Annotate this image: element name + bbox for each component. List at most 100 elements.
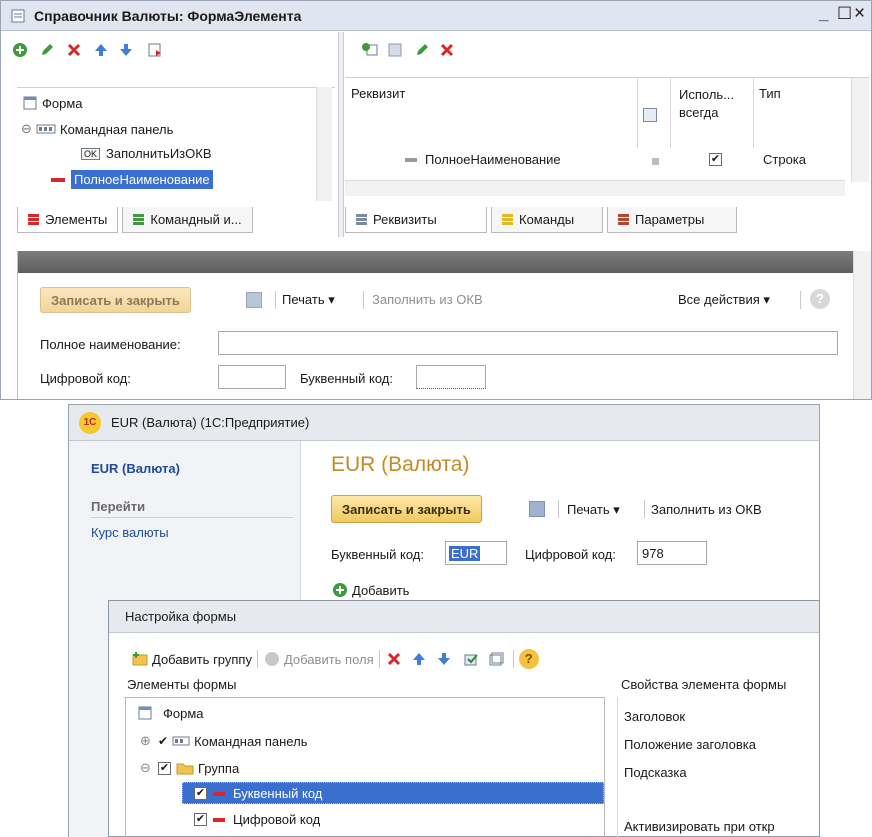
toolbar-separator [275,291,276,309]
digital-code-input[interactable] [218,365,286,389]
elements-label: Элементы формы [127,677,237,692]
move-down-icon[interactable] [435,650,453,668]
column-divider [637,78,638,148]
delete-icon[interactable] [385,650,403,668]
add-attribute-icon[interactable] [361,41,379,59]
enterprise-title: EUR (Валюта) (1С:Предприятие) [111,415,310,430]
property-activate-on-open: Активизировать при откр [624,819,775,834]
tree-item[interactable]: ⊖ Командная панель [21,120,173,138]
delete-icon[interactable] [438,41,456,59]
add-fields-icon[interactable] [263,650,281,668]
save-icon[interactable] [529,501,545,517]
collapse-icon[interactable]: ⊖ [21,121,35,137]
column-header-name[interactable]: Реквизит [351,86,405,101]
nav-title[interactable]: EUR (Валюта) [91,461,180,476]
digital-code-label: Цифровой код: [525,547,616,562]
add-group-button[interactable]: Добавить группу [152,652,252,667]
digital-code-checkbox[interactable]: ✔ [194,813,207,826]
add-button[interactable]: Добавить [352,583,409,598]
panel-splitter[interactable] [338,32,344,237]
tab-label: Элементы [45,212,108,227]
1c-logo: 1С [79,411,101,434]
preview-scrollbar[interactable] [853,251,871,399]
letter-code-checkbox[interactable]: ✔ [194,787,207,800]
table-icon[interactable] [386,41,404,59]
letter-code-input[interactable]: EUR [445,541,507,565]
tree-item[interactable]: OK ЗаполнитьИзОКВ [81,146,212,161]
tree-item-label: Командная панель [60,121,174,137]
form-preview-icon[interactable] [146,41,164,59]
left-tabs: Элементы Командный и... [17,207,257,233]
toolbar-separator [378,650,380,668]
full-name-input[interactable] [218,331,838,355]
tree-item-label: Буквенный код [233,786,323,801]
save-and-close-button[interactable]: Записать и закрыть [331,495,482,523]
fill-from-okv-button[interactable]: Заполнить из ОКВ [372,292,483,307]
edit-icon[interactable] [413,41,431,59]
add-icon[interactable] [11,41,29,59]
tab-label: Команды [519,212,575,227]
help-icon[interactable]: ? [518,649,539,669]
tree-item[interactable]: ✔ Цифровой код [194,812,320,827]
checkmark-icon[interactable]: ✔ [158,734,168,748]
add-group-icon[interactable] [131,650,149,668]
delete-icon[interactable] [65,41,83,59]
tree-scrollbar[interactable] [316,87,332,201]
uncheck-all-icon[interactable] [487,650,505,668]
nav-goto-header: Перейти [91,499,146,514]
save-and-close-button[interactable]: Записать и закрыть [40,287,191,313]
expand-icon[interactable]: ⊕ [140,733,158,749]
group-checkbox[interactable]: ✔ [158,761,171,775]
letter-code-label: Буквенный код: [300,371,393,386]
preview-header-bar [18,251,854,273]
close-button[interactable]: × [854,3,865,25]
elements-icon [28,213,39,226]
tab-attributes[interactable]: Реквизиты [345,207,487,233]
letter-code-input[interactable] [416,365,486,389]
column-header-type[interactable]: Тип [759,86,781,101]
print-menu[interactable]: Печать ▾ [567,502,620,518]
property-caption-position: Положение заголовка [624,737,756,752]
horizontal-scrollbar[interactable] [345,180,845,196]
tab-command-interface[interactable]: Командный и... [122,207,253,233]
digital-code-input[interactable]: 978 [637,541,707,565]
all-actions-menu[interactable]: Все действия ▾ [678,292,770,308]
letter-code-value: EUR [449,545,481,561]
help-icon[interactable]: ? [810,289,830,309]
enterprise-title-bar: 1С EUR (Валюта) (1С:Предприятие) [69,405,819,441]
full-name-label: Полное наименование: [40,337,181,352]
properties-label: Свойства элемента формы [621,677,787,692]
tree-item-label: Форма [163,705,204,721]
tab-parameters[interactable]: Параметры [607,207,737,233]
command-panel-icon [35,120,57,138]
tree-item-selected[interactable]: ПолноеНаименование [51,170,213,189]
tree-item[interactable]: ⊕ ✔ Командная панель [140,732,307,750]
maximize-button[interactable]: ☐ [837,4,852,24]
move-down-icon[interactable] [117,41,135,59]
tree-item[interactable]: Форма [136,704,204,722]
print-menu[interactable]: Печать ▾ [282,292,335,308]
add-fields-button[interactable]: Добавить поля [284,652,374,667]
column-header-use-always[interactable]: Исполь... всегда [679,86,753,122]
collapse-icon[interactable]: ⊖ [140,760,158,776]
row-marker [652,158,659,165]
minimize-button[interactable]: _ [819,4,828,24]
tab-elements[interactable]: Элементы [17,207,119,233]
fill-from-okv-button[interactable]: Заполнить из ОКВ [651,502,762,517]
tab-commands[interactable]: Команды [491,207,603,233]
edit-icon[interactable] [38,41,56,59]
move-up-icon[interactable] [92,41,110,59]
nav-link-exchange-rate[interactable]: Курс валюты [91,525,169,540]
use-always-checkbox[interactable]: ✔ [709,153,722,166]
tree-item-label: Группа [198,760,240,776]
toolbar-separator [644,500,645,518]
save-icon[interactable] [246,292,262,308]
tree-item[interactable]: ⊖ ✔ Группа [140,759,239,777]
tree-item[interactable]: Форма [21,94,83,112]
check-all-icon[interactable] [462,650,480,668]
digital-code-label: Цифровой код: [40,371,131,386]
add-icon[interactable] [331,581,349,599]
tab-label: Командный и... [150,212,242,227]
vertical-scrollbar[interactable] [851,78,869,182]
move-up-icon[interactable] [410,650,428,668]
